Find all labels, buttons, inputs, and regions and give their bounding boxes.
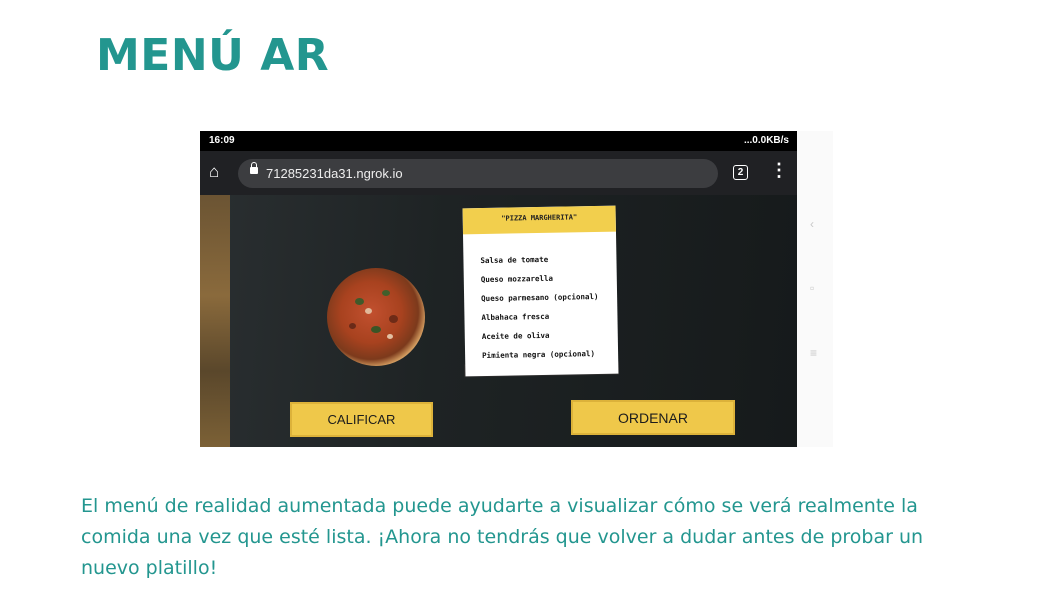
tab-count-button[interactable]: 2 [733,165,748,180]
url-text: 71285231da31.ngrok.io [266,166,403,181]
status-bar: 16:09 ...0.0KB/s [200,131,797,151]
ar-camera-view: "PIZZA MARGHERITA" Salsa de tomate Queso… [200,195,797,447]
description-text: El menú de realidad aumentada puede ayud… [81,495,924,579]
recent-apps-icon[interactable]: ▫ [810,281,814,295]
back-icon[interactable]: ‹ [810,217,814,231]
more-icon[interactable]: ⋮ [770,160,788,181]
lock-icon [250,162,258,174]
ingredients-list: Salsa de tomate Queso mozzarella Queso p… [480,254,599,370]
ingredient-item: Aceite de oliva [481,330,550,342]
app-screenshot: 16:09 ...0.0KB/s ⌂ 71285231da31.ngrok.io… [200,131,797,447]
menu-icon[interactable]: ≡ [810,346,817,360]
page-title: MENÚ AR [96,30,330,81]
ingredient-item: Queso parmesano (opcional) [481,291,599,304]
pizza-model [327,268,425,366]
status-time: 16:09 [209,135,235,146]
android-nav-bar: ‹ ▫ ≡ [797,131,833,447]
home-icon[interactable]: ⌂ [209,162,219,182]
ingredient-item: Queso mozzarella [480,273,554,285]
ingredients-card: "PIZZA MARGHERITA" Salsa de tomate Queso… [462,205,619,377]
ingredient-item: Pimienta negra (opcional) [482,349,596,361]
calificar-button[interactable]: CALIFICAR [290,402,433,437]
ordenar-button[interactable]: ORDENAR [571,400,735,435]
status-indicators: ...0.0KB/s [743,135,789,146]
browser-toolbar: ⌂ 71285231da31.ngrok.io 2 ⋮ [200,151,797,195]
wooden-table-edge [200,195,230,447]
address-bar[interactable]: 71285231da31.ngrok.io [238,159,718,188]
ingredient-item: Salsa de tomate [480,254,549,266]
ingredient-item: Albahaca fresca [481,311,550,323]
